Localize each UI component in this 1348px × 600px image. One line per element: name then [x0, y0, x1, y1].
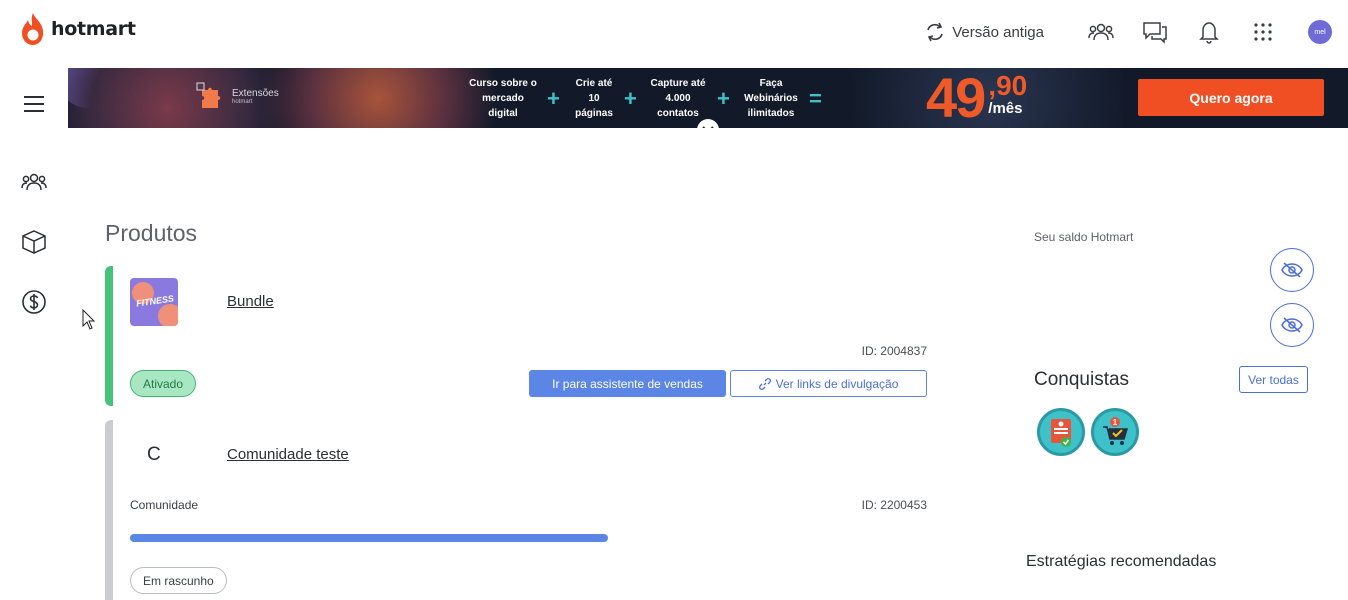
puzzle-icon [196, 82, 221, 108]
eye-off-icon [1281, 262, 1303, 278]
flame-icon [22, 13, 44, 45]
legacy-version-label: Versão antiga [952, 23, 1044, 41]
product-id: ID: 2004837 [861, 344, 927, 358]
legacy-version-link[interactable]: Versão antiga [924, 21, 1044, 43]
link-icon [758, 377, 771, 390]
menu-icon[interactable] [20, 90, 48, 118]
status-badge: Ativado [130, 370, 197, 397]
mouse-cursor-icon [82, 309, 96, 330]
extensions-logo: Extensões hotmart [196, 82, 279, 110]
brand-name: hotmart [51, 18, 136, 40]
certificate-medal-icon[interactable] [1037, 408, 1085, 456]
product-initial: C [147, 444, 161, 465]
page-title: Produtos [105, 220, 198, 246]
people-icon[interactable] [1088, 19, 1114, 45]
people-icon[interactable] [20, 168, 48, 196]
equals-sign: = [809, 86, 822, 111]
hide-balance-button[interactable] [1270, 248, 1314, 292]
affiliate-links-button[interactable]: Ver links de divulgação [730, 370, 927, 397]
svg-text:1: 1 [1113, 418, 1118, 427]
switch-icon [927, 22, 944, 42]
strategies-title: Estratégias recomendadas [1026, 553, 1217, 570]
dollar-icon[interactable] [20, 288, 48, 316]
box-icon[interactable] [20, 228, 48, 256]
progress-bar [130, 534, 608, 542]
avatar[interactable]: mel [1308, 20, 1332, 44]
plus-sign: + [717, 86, 730, 111]
product-type: Comunidade [130, 498, 199, 512]
price-cents: ,90 [988, 70, 1028, 101]
price-period: /mês [988, 100, 1023, 117]
balance-label: Seu saldo Hotmart [1034, 230, 1134, 244]
product-name-link[interactable]: Bundle [227, 293, 274, 310]
apps-grid-icon[interactable] [1250, 19, 1276, 45]
promo-banner: Extensões hotmart Curso sobre o mercado di… [68, 68, 1348, 128]
buy-now-button[interactable]: Quero agora [1138, 79, 1324, 116]
product-card: FITNESS Bundle ID: 2004837 Ativado Ir pa… [105, 266, 945, 406]
bell-icon[interactable] [1196, 19, 1222, 45]
hotmart-logo[interactable]: hotmart [20, 12, 136, 46]
achievements-title: Conquistas [1034, 369, 1130, 390]
affiliate-links-label: Ver links de divulgação [775, 376, 899, 391]
product-card: C Comunidade teste Comunidade ID: 220045… [105, 420, 945, 600]
price: 49 ,90 /mês [926, 68, 1027, 128]
extensions-label: Extensões [232, 87, 279, 99]
top-bar: hotmart Versão antiga mel [0, 0, 1348, 64]
eye-off-icon [1281, 317, 1303, 333]
feature-pages: Crie até 10 páginas [575, 78, 613, 119]
status-badge: Em rascunho [130, 567, 227, 594]
plus-sign: + [624, 86, 637, 111]
product-name-link[interactable]: Comunidade teste [227, 446, 349, 463]
hide-balance-button[interactable] [1270, 303, 1314, 347]
see-all-button[interactable]: Ver todas [1239, 366, 1308, 393]
product-thumbnail: FITNESS [130, 278, 178, 326]
feature-webinars: Faça Webinários ilimitados [744, 78, 798, 119]
cart-medal-icon[interactable]: 1 [1091, 408, 1139, 456]
feature-course: Curso sobre o mercado digital [469, 78, 537, 119]
product-id: ID: 2200453 [861, 498, 927, 512]
extensions-sub: hotmart [232, 98, 253, 105]
feature-contacts: Capture até 4.000 contatos [650, 78, 706, 119]
chat-icon[interactable] [1142, 19, 1168, 45]
price-main: 49 [926, 68, 986, 128]
sidebar [0, 64, 68, 589]
sales-assistant-button[interactable]: Ir para assistente de vendas [529, 370, 726, 397]
